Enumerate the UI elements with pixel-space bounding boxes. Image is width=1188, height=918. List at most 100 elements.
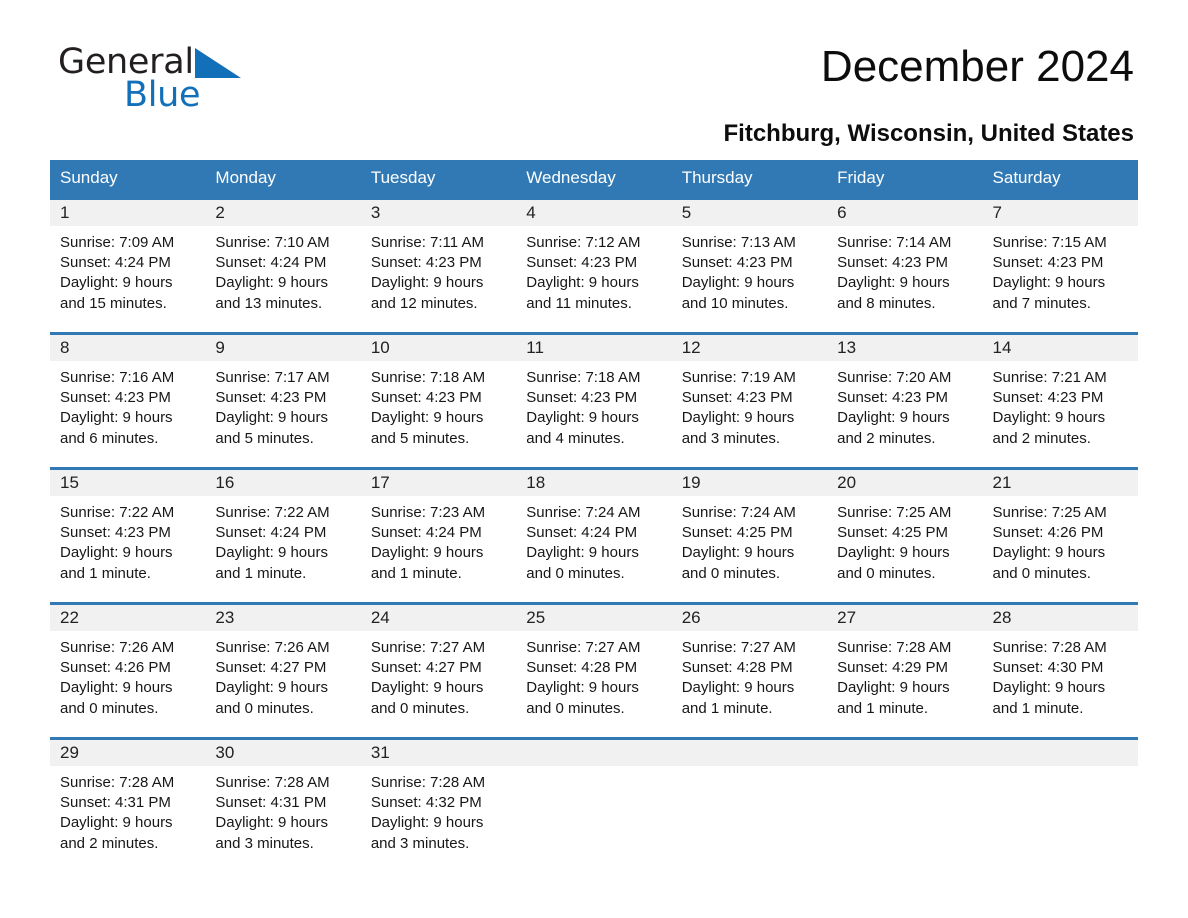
weekday-header-tuesday: Tuesday: [360, 160, 517, 199]
calendar-day-cell[interactable]: 31 Sunrise: 7:28 AM Sunset: 4:32 PM Dayligh…: [360, 737, 517, 852]
day-cell-9: 9 Sunrise: 7:17 AM Sunset: 4:23 PM Daylight…: [205, 335, 361, 447]
daylight-duration-line1: Daylight: 9 hours: [526, 409, 639, 427]
calendar-week-row: 15 Sunrise: 7:22 AM Sunset: 4:23 PM Dayligh…: [50, 467, 1138, 584]
day-number: 13: [827, 335, 983, 361]
day-cell-20: 20 Sunrise: 7:25 AM Sunset: 4:25 PM Dayligh…: [827, 470, 983, 582]
calendar-day-cell[interactable]: 10 Sunrise: 7:18 AM Sunset: 4:23 PM Dayligh…: [360, 332, 517, 447]
calendar-page: General Blue December 2024 Fitchburg, Wi…: [0, 0, 1188, 918]
sunrise-time: Sunrise: 7:27 AM: [681, 639, 796, 656]
day-details: Sunrise: 7:21 AM Sunset: 4:23 PM Daylight:…: [983, 361, 1138, 449]
sunset-time: Sunset: 4:31 PM: [60, 794, 171, 812]
day-details: Sunrise: 7:16 AM Sunset: 4:23 PM Daylight:…: [50, 361, 205, 449]
calendar-day-cell[interactable]: 22 Sunrise: 7:26 AM Sunset: 4:26 PM Dayligh…: [50, 602, 206, 717]
weekday-header-wednesday: Wednesday: [516, 160, 672, 199]
day-number: 1: [50, 200, 206, 226]
calendar-day-cell[interactable]: 11 Sunrise: 7:18 AM Sunset: 4:23 PM Dayligh…: [516, 332, 672, 447]
general-blue-logo[interactable]: General Blue: [58, 44, 318, 116]
calendar-day-cell[interactable]: 6 Sunrise: 7:14 AM Sunset: 4:23 PM Daylight…: [827, 197, 983, 312]
sunrise-time: Sunrise: 7:24 AM: [681, 504, 796, 521]
daylight-duration-line1: Daylight: 9 hours: [837, 679, 950, 697]
daylight-duration-line1: Daylight: 9 hours: [370, 274, 484, 292]
sunrise-time: Sunrise: 7:22 AM: [215, 504, 330, 521]
daylight-duration-line2: and 4 minutes.: [526, 429, 625, 447]
daylight-duration-line1: Daylight: 9 hours: [60, 409, 173, 427]
calendar-day-cell[interactable]: 28 Sunrise: 7:28 AM Sunset: 4:30 PM Dayligh…: [982, 602, 1138, 717]
sunset-time: Sunset: 4:23 PM: [681, 389, 793, 407]
day-details: Sunrise: 7:12 AM Sunset: 4:23 PM Daylight:…: [516, 226, 671, 314]
day-number: 6: [827, 200, 983, 226]
sunrise-time: Sunrise: 7:27 AM: [370, 639, 486, 656]
calendar-day-cell[interactable]: 29 Sunrise: 7:28 AM Sunset: 4:31 PM Dayligh…: [50, 737, 206, 852]
calendar-day-cell[interactable]: 15 Sunrise: 7:22 AM Sunset: 4:23 PM Dayligh…: [50, 467, 206, 582]
day-number: 20: [827, 470, 983, 496]
sunset-time: Sunset: 4:23 PM: [837, 389, 949, 407]
calendar-day-cell[interactable]: 4 Sunrise: 7:12 AM Sunset: 4:23 PM Daylight…: [516, 197, 672, 314]
day-details: [516, 766, 671, 773]
calendar-day-cell[interactable]: 24 Sunrise: 7:27 AM Sunset: 4:27 PM Dayligh…: [360, 602, 517, 719]
calendar-day-cell[interactable]: 5 Sunrise: 7:13 AM Sunset: 4:23 PM Daylight…: [671, 197, 828, 312]
calendar-day-cell[interactable]: 23 Sunrise: 7:26 AM Sunset: 4:27 PM Dayligh…: [205, 602, 361, 717]
day-cell-1: 1 Sunrise: 7:09 AM Sunset: 4:24 PM Daylight…: [50, 200, 206, 314]
day-details: Sunrise: 7:09 AM Sunset: 4:24 PM Daylight:…: [50, 226, 205, 314]
calendar-day-cell[interactable]: 12 Sunrise: 7:19 AM Sunset: 4:23 PM Dayligh…: [671, 332, 828, 447]
sunrise-time: Sunrise: 7:23 AM: [370, 504, 486, 521]
daylight-duration-line1: Daylight: 9 hours: [370, 409, 484, 427]
calendar-day-cell: [827, 737, 983, 852]
calendar-day-cell[interactable]: 14 Sunrise: 7:21 AM Sunset: 4:23 PM Dayligh…: [982, 332, 1138, 449]
calendar-day-cell[interactable]: 13 Sunrise: 7:20 AM Sunset: 4:23 PM Dayligh…: [827, 332, 983, 447]
day-cell-5: 5 Sunrise: 7:13 AM Sunset: 4:23 PM Daylight…: [671, 200, 828, 312]
calendar-day-cell[interactable]: 18 Sunrise: 7:24 AM Sunset: 4:24 PM Dayligh…: [516, 467, 672, 582]
day-number: 2: [205, 200, 361, 226]
daylight-duration-line2: and 1 minute.: [370, 564, 462, 582]
calendar-day-cell[interactable]: 16 Sunrise: 7:22 AM Sunset: 4:24 PM Dayligh…: [205, 467, 361, 582]
sunrise-time: Sunrise: 7:10 AM: [215, 234, 330, 251]
daylight-duration-line1: Daylight: 9 hours: [370, 814, 484, 832]
calendar-day-cell[interactable]: 3 Sunrise: 7:11 AM Sunset: 4:23 PM Daylight…: [360, 197, 517, 314]
day-details: Sunrise: 7:11 AM Sunset: 4:23 PM Daylight:…: [361, 226, 516, 314]
day-cell-19: 19 Sunrise: 7:24 AM Sunset: 4:25 PM Dayligh…: [671, 470, 828, 584]
day-cell-25: 25 Sunrise: 7:27 AM Sunset: 4:28 PM Dayligh…: [516, 605, 672, 717]
sunrise-time: Sunrise: 7:28 AM: [992, 639, 1107, 656]
calendar-day-cell[interactable]: 2 Sunrise: 7:10 AM Sunset: 4:24 PM Daylight…: [205, 197, 361, 312]
calendar-day-cell[interactable]: 20 Sunrise: 7:25 AM Sunset: 4:25 PM Dayligh…: [827, 467, 983, 582]
daylight-duration-line1: Daylight: 9 hours: [837, 274, 950, 292]
calendar-day-cell[interactable]: 30 Sunrise: 7:28 AM Sunset: 4:31 PM Dayligh…: [205, 737, 361, 852]
day-cell-empty: [982, 740, 1138, 852]
weekday-header-monday: Monday: [205, 160, 361, 199]
day-cell-empty: [671, 740, 828, 852]
daylight-duration-line1: Daylight: 9 hours: [60, 814, 173, 832]
day-cell-28: 28 Sunrise: 7:28 AM Sunset: 4:30 PM Dayligh…: [982, 605, 1138, 717]
daylight-duration-line2: and 7 minutes.: [992, 294, 1091, 312]
day-number: 5: [671, 200, 828, 226]
day-details: Sunrise: 7:23 AM Sunset: 4:24 PM Daylight:…: [361, 496, 516, 584]
calendar-day-cell[interactable]: 8 Sunrise: 7:16 AM Sunset: 4:23 PM Daylight…: [50, 332, 206, 449]
calendar-day-cell[interactable]: 25 Sunrise: 7:27 AM Sunset: 4:28 PM Dayligh…: [516, 602, 672, 717]
calendar-day-cell[interactable]: 26 Sunrise: 7:27 AM Sunset: 4:28 PM Dayligh…: [671, 602, 828, 717]
calendar-day-cell[interactable]: 7 Sunrise: 7:15 AM Sunset: 4:23 PM Daylight…: [982, 197, 1138, 312]
calendar-day-cell[interactable]: 21 Sunrise: 7:25 AM Sunset: 4:26 PM Dayligh…: [982, 467, 1138, 582]
daylight-duration-line1: Daylight: 9 hours: [837, 409, 950, 427]
sunset-time: Sunset: 4:27 PM: [370, 659, 482, 677]
day-cell-3: 3 Sunrise: 7:11 AM Sunset: 4:23 PM Daylight…: [360, 200, 517, 314]
calendar-day-cell[interactable]: 17 Sunrise: 7:23 AM Sunset: 4:24 PM Dayligh…: [360, 467, 517, 584]
day-details: Sunrise: 7:24 AM Sunset: 4:25 PM Daylight:…: [672, 496, 827, 584]
day-number: 29: [50, 740, 206, 766]
day-details: Sunrise: 7:27 AM Sunset: 4:27 PM Daylight:…: [361, 631, 516, 719]
calendar-day-cell[interactable]: 9 Sunrise: 7:17 AM Sunset: 4:23 PM Daylight…: [205, 332, 361, 447]
calendar-day-cell[interactable]: 19 Sunrise: 7:24 AM Sunset: 4:25 PM Dayligh…: [671, 467, 828, 584]
day-cell-27: 27 Sunrise: 7:28 AM Sunset: 4:29 PM Dayligh…: [827, 605, 983, 717]
calendar-day-cell[interactable]: 27 Sunrise: 7:28 AM Sunset: 4:29 PM Dayligh…: [827, 602, 983, 717]
day-number: 18: [516, 470, 672, 496]
logo-text-blue: Blue: [124, 75, 201, 115]
day-number: 27: [827, 605, 983, 631]
daylight-duration-line1: Daylight: 9 hours: [370, 679, 484, 697]
week-spacer-cell: [50, 312, 1138, 334]
calendar-week-row: 1 Sunrise: 7:09 AM Sunset: 4:24 PM Daylight…: [50, 197, 1138, 314]
sunset-time: Sunset: 4:24 PM: [60, 254, 171, 272]
daylight-duration-line2: and 8 minutes.: [837, 294, 936, 312]
weekday-header-friday: Friday: [827, 160, 983, 199]
daylight-duration-line2: and 5 minutes.: [215, 429, 314, 447]
day-number: 17: [360, 470, 517, 496]
sunrise-time: Sunrise: 7:25 AM: [992, 504, 1107, 521]
calendar-day-cell[interactable]: 1 Sunrise: 7:09 AM Sunset: 4:24 PM Daylight…: [50, 197, 206, 314]
